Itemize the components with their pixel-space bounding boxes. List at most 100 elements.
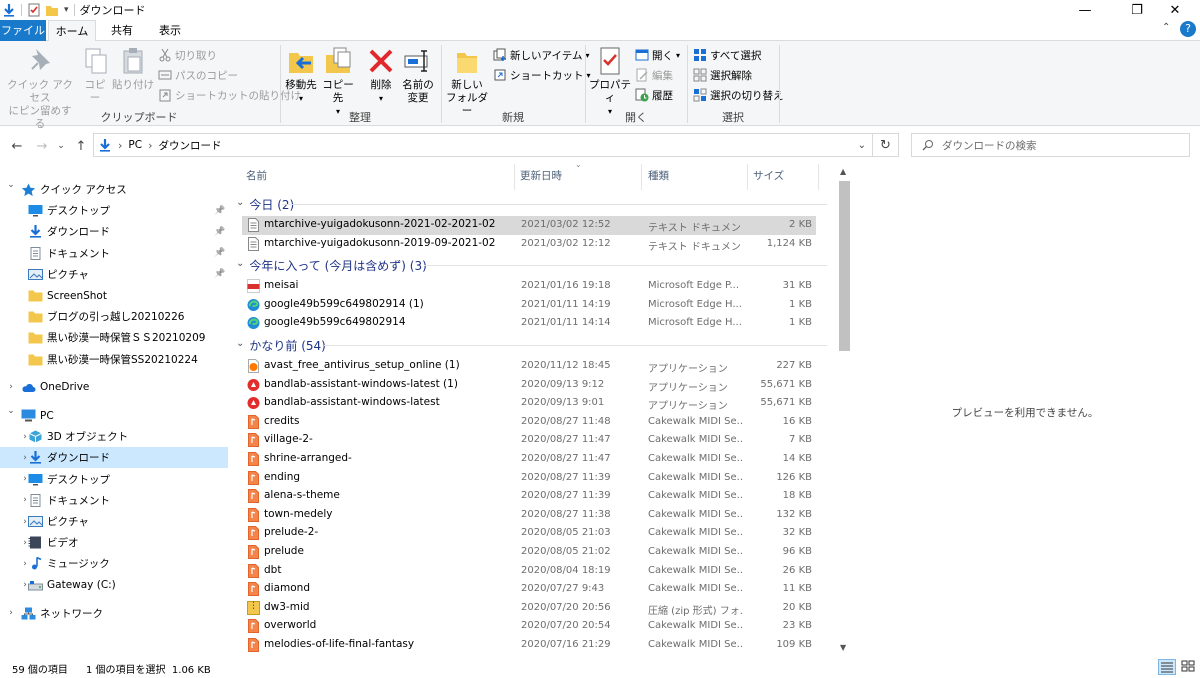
paste-button[interactable]: 貼り付け — [112, 45, 154, 92]
column-separator[interactable] — [514, 164, 515, 190]
copy-path-button[interactable]: パスのコピー — [158, 66, 238, 84]
chevron-down-icon[interactable]: ⌄ — [6, 406, 16, 416]
file-row[interactable]: alena-s-theme 2020/08/27 11:39 Cakewalk MI… — [242, 487, 816, 506]
properties-button[interactable]: プロパティ ▾ — [588, 45, 632, 118]
new-folder-button[interactable]: 新しい フォルダー — [446, 45, 488, 118]
group-header[interactable]: ⌄ かなり前 (54) — [236, 336, 326, 354]
chevron-down-icon[interactable]: ⌄ — [236, 338, 244, 349]
back-button[interactable]: ← — [7, 136, 27, 156]
new-folder-icon[interactable] — [45, 3, 59, 17]
invert-selection-button[interactable]: 選択の切り替え — [693, 86, 784, 104]
nav-item[interactable]: › デスクトップ — [0, 469, 228, 490]
file-row[interactable]: bandlab-assistant-windows-latest (1) 2020… — [242, 376, 816, 395]
file-row[interactable]: google49b599c649802914 (1) 2021/01/11 14:… — [242, 296, 816, 315]
nav-item[interactable]: ピクチャ 📌 — [0, 264, 228, 285]
copy-button[interactable]: コピー — [80, 45, 110, 105]
copy-to-button[interactable]: コピー先 ▾ — [320, 45, 356, 118]
chevron-down-icon[interactable]: ⌄ — [6, 180, 16, 190]
pin-icon[interactable]: 📌 — [214, 227, 225, 237]
file-row[interactable]: prelude-2- 2020/08/05 21:03 Cakewalk MIDI … — [242, 524, 816, 543]
file-row[interactable]: meisai 2021/01/16 19:18 Microsoft Edge P..… — [242, 277, 816, 296]
file-row[interactable]: dw3-mid 2020/07/20 20:56 圧縮 (zip 形式) フォ...… — [242, 599, 816, 618]
file-row[interactable]: ending 2020/08/27 11:39 Cakewalk MIDI Se..… — [242, 469, 816, 488]
nav-item[interactable]: ブログの引っ越し20210226 — [0, 306, 228, 327]
column-header-name[interactable]: 名前 — [246, 168, 267, 186]
properties-icon[interactable] — [27, 3, 41, 17]
column-header-size[interactable]: サイズ — [753, 168, 784, 186]
nav-item[interactable]: ドキュメント 📌 — [0, 243, 228, 264]
chevron-right-icon[interactable]: › — [6, 382, 16, 392]
file-row[interactable]: dbt 2020/08/04 18:19 Cakewalk MIDI Se... 26… — [242, 562, 816, 581]
column-separator[interactable] — [747, 164, 748, 190]
chevron-right-icon[interactable]: › — [6, 608, 16, 618]
nav-item[interactable]: › OneDrive — [0, 377, 228, 398]
select-all-button[interactable]: すべて選択 — [693, 46, 761, 64]
breadcrumb-pc[interactable]: PC — [128, 139, 142, 151]
history-button[interactable]: 履歴 — [635, 86, 673, 104]
file-row[interactable]: avast_free_antivirus_setup_online (1) 202… — [242, 357, 816, 376]
nav-item[interactable]: ダウンロード 📌 — [0, 221, 228, 242]
chevron-down-icon[interactable]: ⌄ — [236, 258, 244, 269]
new-item-button[interactable]: 新しいアイテム ▾ — [493, 46, 589, 64]
help-icon[interactable]: ? — [1180, 21, 1196, 37]
column-separator[interactable] — [641, 164, 642, 190]
tab-view[interactable]: 表示 — [146, 20, 194, 41]
up-button[interactable]: ↑ — [71, 136, 91, 156]
column-header-date[interactable]: 更新日時 — [520, 168, 562, 186]
open-button[interactable]: 開く ▾ — [635, 46, 680, 64]
delete-button[interactable]: 削除 ▾ — [364, 45, 398, 105]
file-row[interactable]: shrine-arranged- 2020/08/27 11:47 Cakewalk… — [242, 450, 816, 469]
nav-item[interactable]: › ビデオ — [0, 532, 228, 553]
pin-icon[interactable]: 📌 — [214, 206, 225, 216]
file-row[interactable]: overworld 2020/07/20 20:54 Cakewalk MIDI S… — [242, 617, 816, 636]
file-row[interactable]: bandlab-assistant-windows-latest 2020/09/… — [242, 394, 816, 413]
ribbon-collapse-icon[interactable]: ⌃ — [1162, 22, 1174, 33]
move-to-button[interactable]: 移動先 ▾ — [284, 45, 318, 105]
tab-home[interactable]: ホーム — [48, 20, 96, 42]
nav-item[interactable]: ⌄ PC — [0, 405, 228, 426]
refresh-button[interactable]: ↻ — [873, 133, 899, 157]
forward-button[interactable]: → — [32, 136, 52, 156]
nav-item[interactable]: 黒い砂漠一時保管ＳＳ20210209 — [0, 327, 228, 348]
pin-icon[interactable]: 📌 — [214, 269, 225, 279]
file-row[interactable]: town-medely 2020/08/27 11:38 Cakewalk MIDI… — [242, 506, 816, 525]
recent-locations-button[interactable]: ⌄ — [54, 136, 68, 156]
close-button[interactable]: ✕ — [1152, 0, 1198, 20]
large-icons-view-button[interactable] — [1180, 659, 1198, 675]
column-header-type[interactable]: 種類 — [648, 168, 669, 186]
file-row[interactable]: village-2- 2020/08/27 11:47 Cakewalk MIDI … — [242, 431, 816, 450]
tab-file[interactable]: ファイル — [0, 20, 46, 41]
file-row[interactable]: prelude 2020/08/05 21:02 Cakewalk MIDI Se.… — [242, 543, 816, 562]
nav-item[interactable]: › ダウンロード — [0, 447, 228, 469]
chevron-down-icon[interactable]: ⌄ — [236, 197, 244, 208]
nav-item[interactable]: ScreenShot — [0, 285, 228, 306]
rename-button[interactable]: 名前の 変更 — [400, 45, 436, 105]
select-none-button[interactable]: 選択解除 — [693, 66, 752, 84]
address-dropdown-icon[interactable]: ⌄ — [858, 140, 866, 151]
nav-item[interactable]: › ドキュメント — [0, 490, 228, 511]
shortcut-button[interactable]: ショートカット ▾ — [493, 66, 591, 84]
details-view-button[interactable] — [1158, 659, 1176, 675]
address-bar[interactable]: › PC › ダウンロード ⌄ — [93, 133, 873, 157]
tab-share[interactable]: 共有 — [98, 20, 146, 41]
cut-button[interactable]: 切り取り — [158, 46, 217, 64]
nav-item[interactable]: › ネットワーク — [0, 603, 228, 624]
file-row[interactable]: mtarchive-yuigadokusonn-2021-02-2021-02 2… — [242, 216, 816, 235]
minimize-button[interactable]: — — [1062, 0, 1108, 20]
scrollbar-thumb[interactable] — [839, 181, 850, 351]
search-input[interactable]: ダウンロードの検索 — [911, 133, 1190, 157]
file-row[interactable]: diamond 2020/07/27 9:43 Cakewalk MIDI Se..… — [242, 580, 816, 599]
pin-icon[interactable]: 📌 — [214, 248, 225, 258]
file-row[interactable]: melodies-of-life-final-fantasy 2020/07/16… — [242, 636, 816, 655]
vertical-scrollbar[interactable]: ▲ ▼ — [836, 165, 853, 658]
customize-qat-icon[interactable]: ▾ — [64, 5, 69, 15]
edit-button[interactable]: 編集 — [635, 66, 673, 84]
file-row[interactable]: credits 2020/08/27 11:48 Cakewalk MIDI Se.… — [242, 413, 816, 432]
scroll-up-icon[interactable]: ▲ — [840, 167, 846, 176]
group-header[interactable]: ⌄ 今年に入って (今月は含めず) (3) — [236, 256, 427, 274]
nav-item[interactable]: › 3D オブジェクト — [0, 426, 228, 447]
scroll-down-icon[interactable]: ▼ — [840, 643, 846, 652]
nav-item[interactable]: デスクトップ 📌 — [0, 200, 228, 221]
file-row[interactable]: mtarchive-yuigadokusonn-2019-09-2021-02 2… — [242, 235, 816, 254]
column-separator[interactable] — [818, 164, 819, 190]
